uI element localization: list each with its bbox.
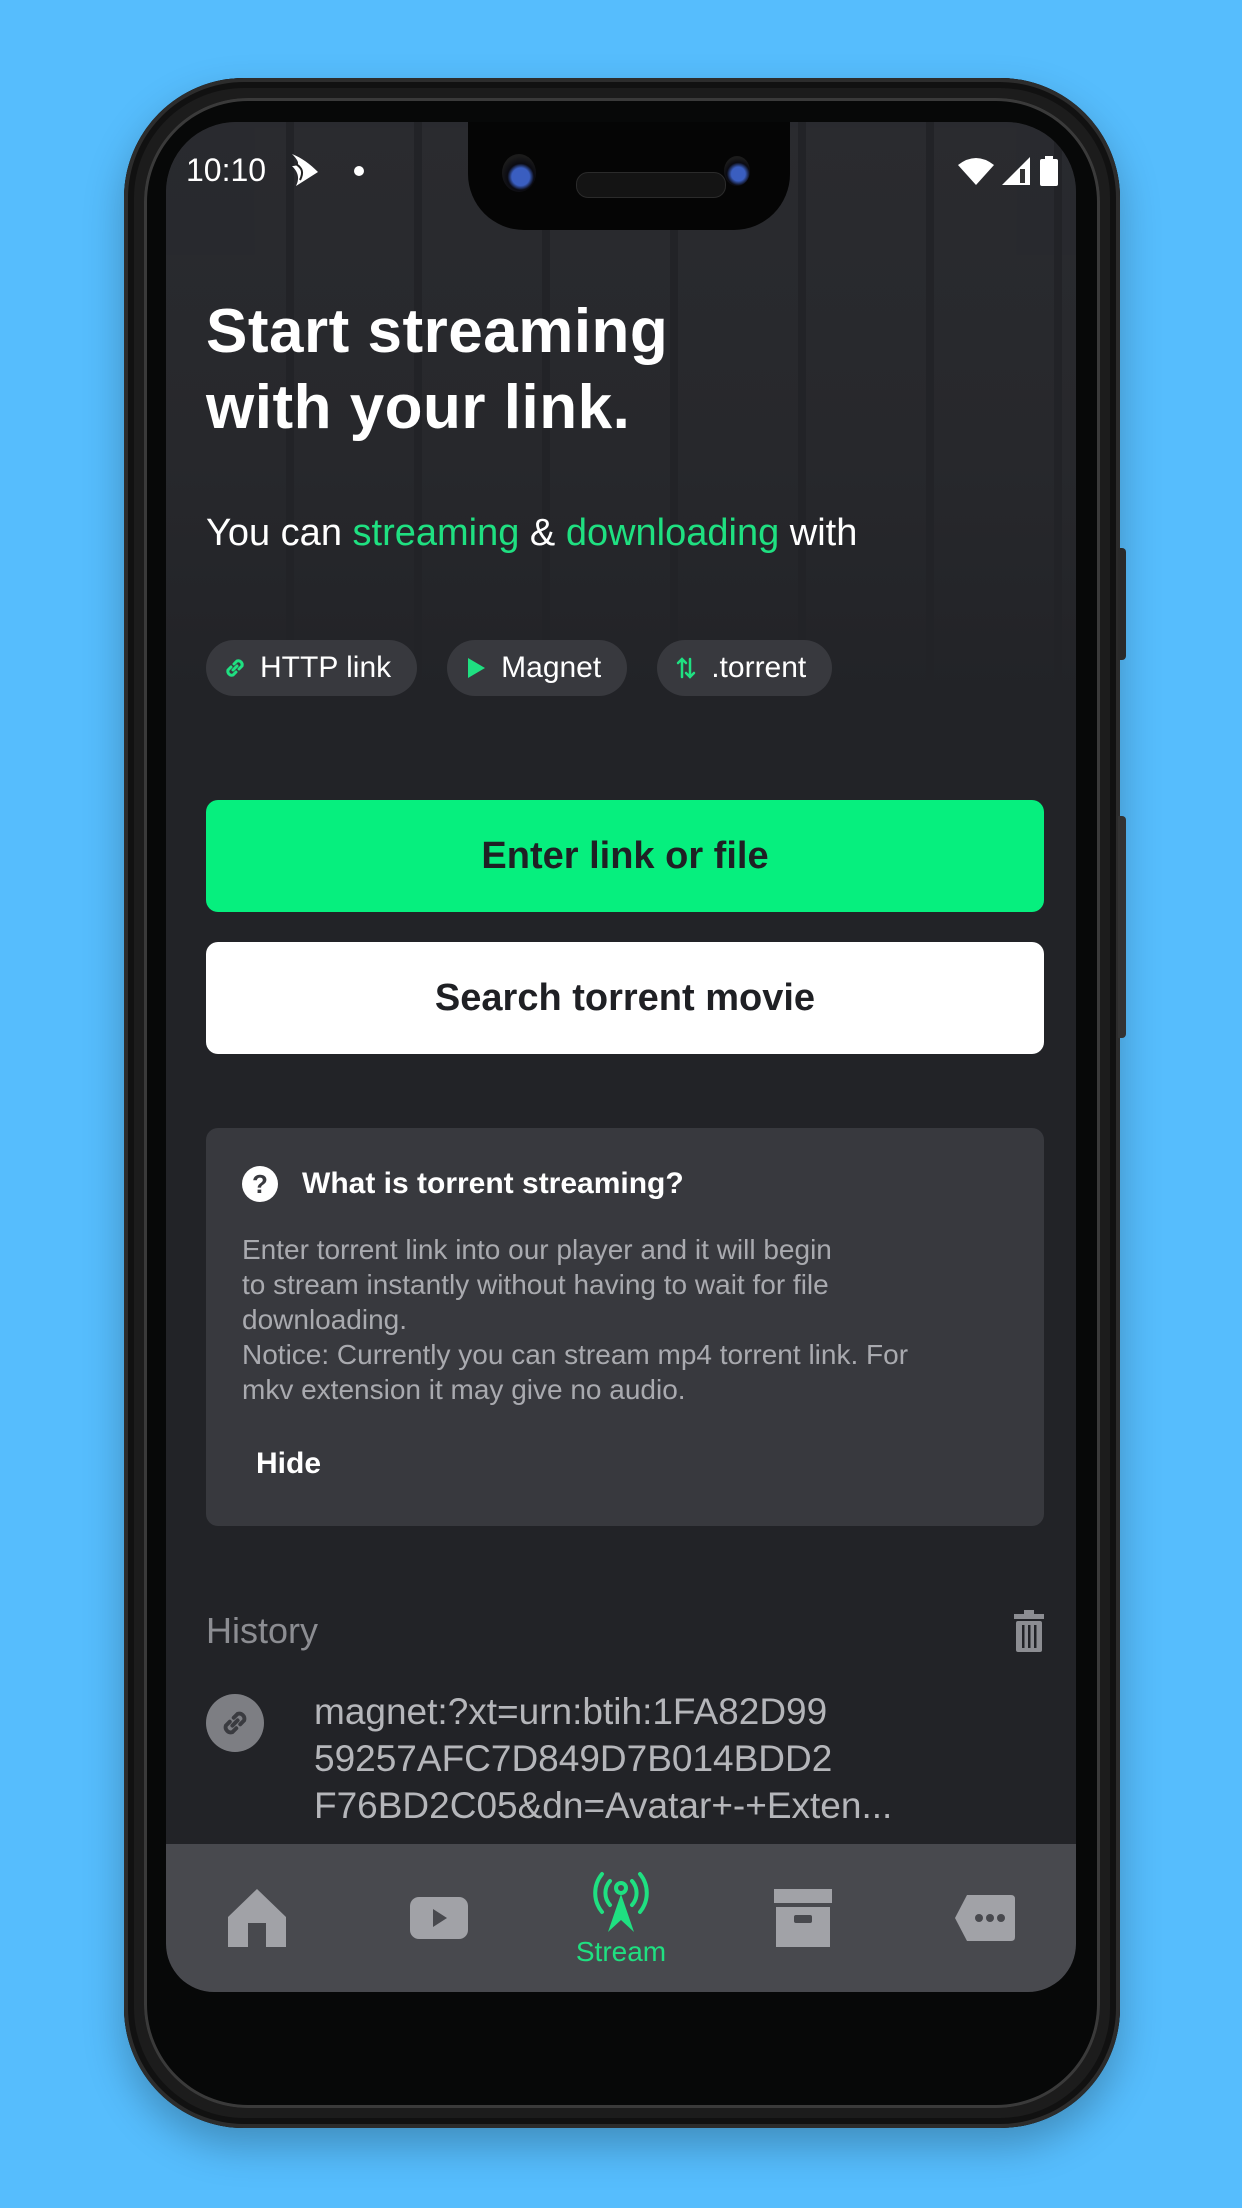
subtitle-streaming: streaming [352,512,520,554]
app-notification-icon [292,154,318,186]
subtitle-mid: & [519,512,566,554]
subtitle-downloading: downloading [565,512,780,554]
play-box-icon [410,1897,468,1939]
info-card-title: What is torrent streaming? [302,1167,684,1200]
battery-icon [1040,156,1058,186]
status-time: 10:10 [186,152,267,188]
screen: 10:10 Start streaming with your link. Yo… [166,122,1076,1992]
status-bar: 10:10 [166,122,1076,212]
enter-link-button[interactable]: Enter link or file [206,800,1044,912]
chip-magnet: Magnet [447,640,628,696]
chip-label: .torrent [711,651,807,684]
history-item-link: magnet:?xt=urn:btih:1FA82D99 59257AFC7D8… [314,1691,893,1826]
phone-frame: 10:10 Start streaming with your link. Yo… [124,78,1126,2128]
wifi-icon [958,158,994,185]
search-torrent-button[interactable]: Search torrent movie [206,942,1044,1054]
more-tag-icon [955,1895,1015,1941]
stream-page: Start streaming with your link. You can … [166,122,1076,1992]
chip-torrent: .torrent [657,640,833,696]
cell-signal-icon [1002,157,1030,185]
chip-label: HTTP link [260,651,392,684]
nav-stream[interactable]: Stream [551,1853,691,1983]
info-card: ? What is torrent streaming? Enter torre… [206,1128,1044,1526]
supported-formats: HTTP link Magnet .torrent [206,640,833,696]
info-card-header: ? What is torrent streaming? [242,1166,684,1202]
play-icon [468,658,486,678]
volume-button [1118,816,1126,1038]
broadcast-tower-icon [593,1872,649,1932]
archive-box-icon [774,1889,832,1947]
phone-bezel: 10:10 Start streaming with your link. Yo… [144,98,1100,2108]
dot-icon [354,166,364,176]
nav-home[interactable] [187,1853,327,1983]
info-card-body: Enter torrent link into our player and i… [242,1234,909,1405]
bottom-navigation: Stream [166,1844,1076,1992]
hide-button[interactable]: Hide [250,1446,327,1482]
page-title: Start streaming with your link. [206,297,669,442]
home-icon [228,1889,286,1947]
link-icon [226,659,244,677]
nav-more[interactable] [915,1853,1055,1983]
history-label: History [206,1610,319,1651]
trash-icon[interactable] [1014,1610,1044,1652]
chip-label: Magnet [501,651,602,684]
help-icon: ? [242,1166,278,1202]
swap-vertical-icon [676,657,696,679]
nav-videos[interactable] [369,1853,509,1983]
power-button [1118,548,1126,660]
nav-archive[interactable] [733,1853,873,1983]
nav-stream-label: Stream [575,1936,667,1967]
subtitle-prefix: You can [206,512,353,554]
subtitle-suffix: with [779,512,858,554]
chip-http-link: HTTP link [206,640,418,696]
history-header: History [206,1610,1044,1652]
hero-subtitle: You can streaming & downloading with [206,510,926,556]
link-icon [206,1694,264,1752]
